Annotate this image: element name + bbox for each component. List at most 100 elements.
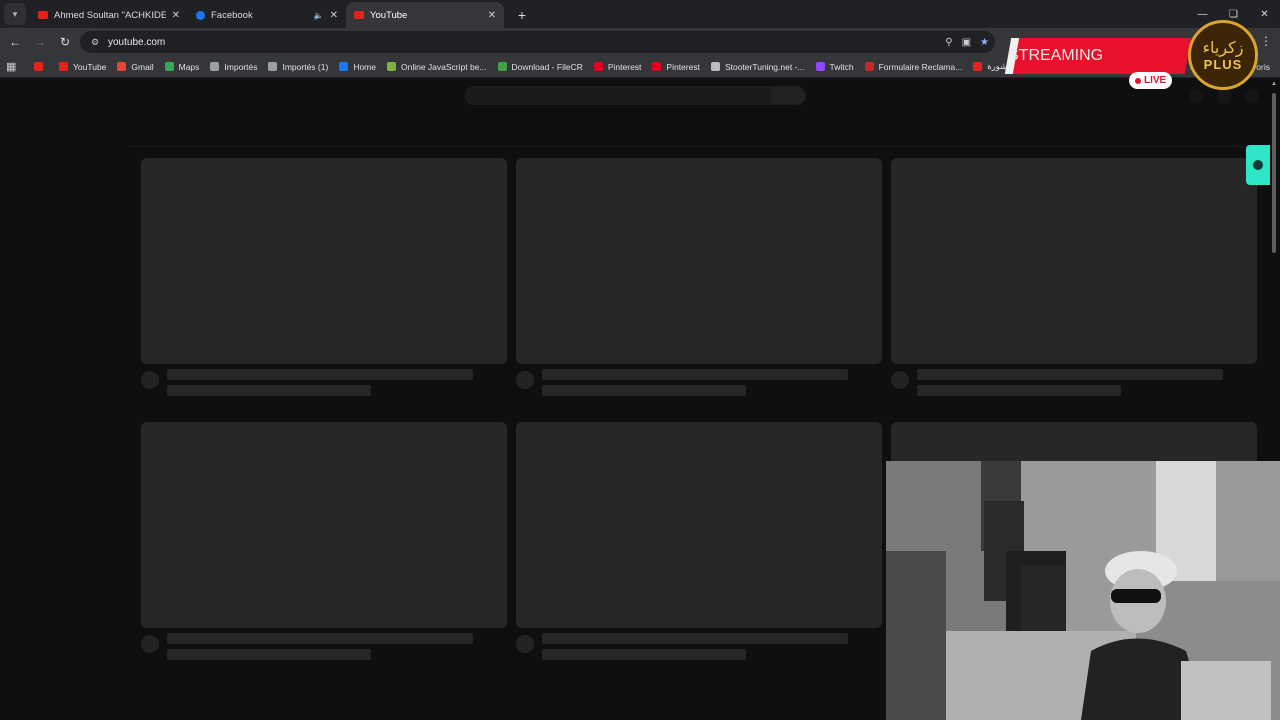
tab-title: YouTube (370, 9, 408, 21)
bookmark-item[interactable]: Importés (210, 62, 257, 72)
bookmark-label: Importés (1) (282, 61, 329, 72)
site-info-icon[interactable]: ⚙ (86, 37, 104, 48)
new-tab-button[interactable]: + (512, 5, 532, 25)
bookmark-label: YouTube (73, 61, 107, 72)
live-badge: LIVE (1129, 72, 1173, 89)
tab-title: Ahmed Soultan "ACHKIDE feat... (54, 9, 166, 21)
bookmark-list: YouTube Gmail Maps Importés Importés (1) Home… (34, 61, 1042, 72)
bookmark-label: Pinterest (666, 61, 700, 72)
video-thumbnail-placeholder[interactable] (891, 158, 1257, 364)
video-meta-placeholder (542, 385, 746, 396)
bookmark-label: Gmail (131, 61, 154, 72)
bookmark-star-icon[interactable]: ★ (980, 37, 989, 48)
bookmark-favicon-icon (210, 62, 220, 71)
youtube-favicon-icon (38, 11, 48, 19)
avatar-placeholder (1244, 89, 1258, 103)
bookmark-item[interactable]: Importés (1) (268, 62, 328, 72)
bookmark-item[interactable]: Gmail (117, 61, 154, 72)
bookmark-favicon-icon (268, 62, 278, 71)
bookmark-label: Maps (178, 61, 200, 72)
tab-title: Facebook (211, 9, 253, 21)
video-thumbnail-placeholder[interactable] (141, 158, 507, 364)
close-tab-icon[interactable]: ✕ (172, 10, 180, 21)
video-title-placeholder (167, 633, 473, 644)
logo-plus-text: PLUS (1203, 56, 1243, 72)
close-window-icon[interactable]: ✕ (1249, 0, 1280, 28)
bookmark-label: StooterTuning.net -... (724, 61, 805, 72)
apps-grid-icon[interactable]: ▦ (6, 60, 20, 73)
bookmark-item[interactable]: YouTube (59, 62, 106, 72)
close-tab-icon[interactable]: ✕ (488, 10, 496, 21)
tab-2[interactable]: YouTube ✕ (346, 2, 504, 28)
header-icons-skeleton (1190, 89, 1258, 103)
live-label: LIVE (1144, 75, 1167, 86)
video-thumbnail-placeholder[interactable] (516, 158, 882, 364)
bookmark-label: Twitch (829, 61, 854, 72)
channel-logo: زكرياء PLUS (1188, 20, 1258, 90)
channel-avatar-placeholder (516, 371, 534, 389)
webcam-overlay (886, 461, 1280, 720)
video-meta-placeholder (917, 385, 1121, 396)
bookmark-item[interactable]: Formulaire Reclama... (864, 62, 962, 72)
bookmark-item[interactable]: Pinterest (652, 62, 700, 72)
search-input-skeleton[interactable] (465, 86, 806, 105)
bookmark-item[interactable]: Online JavaScript be... (387, 62, 487, 72)
browser-menu-icon[interactable]: ⋮ (1260, 34, 1272, 48)
close-tab-icon[interactable]: ✕ (330, 10, 338, 21)
bookmark-label: Importés (224, 61, 258, 72)
webcam-image (886, 461, 1280, 720)
scrollbar-thumb[interactable] (1272, 93, 1276, 253)
arrow-right-icon: → (34, 35, 46, 49)
youtube-favicon-icon (354, 11, 364, 19)
bookmark-item[interactable]: Download - FileCR (497, 61, 583, 72)
reload-button[interactable]: ↻ (53, 30, 77, 54)
video-thumbnail-placeholder[interactable] (141, 422, 507, 628)
tab-strip: ▾ Ahmed Soultan "ACHKIDE feat... ✕ Faceb… (0, 0, 1280, 28)
bookmark-label: Download - FileCR (511, 61, 583, 72)
bookmark-favicon-icon (59, 62, 68, 71)
bookmark-label: Pinterest (607, 61, 642, 72)
extension-widget[interactable] (1246, 145, 1270, 185)
tab-0[interactable]: Ahmed Soultan "ACHKIDE feat... ✕ (30, 2, 188, 28)
header-icon-placeholder (1190, 89, 1204, 103)
install-app-icon[interactable]: ▣ (962, 37, 971, 48)
bookmark-item[interactable] (34, 62, 48, 71)
video-thumbnail-placeholder[interactable] (516, 422, 882, 628)
channel-avatar-placeholder (141, 635, 159, 653)
bookmark-item[interactable]: StooterTuning.net -... (710, 61, 805, 72)
channel-avatar-placeholder (516, 635, 534, 653)
bookmark-item[interactable]: Pinterest (593, 61, 642, 72)
video-title-placeholder (167, 369, 473, 380)
tab-1[interactable]: Facebook 🔈 ✕ (188, 2, 346, 28)
address-bar-actions: ⚲ ▣ ★ (945, 31, 989, 53)
live-dot-icon (1135, 77, 1141, 84)
bookmark-item[interactable]: Home (339, 62, 376, 72)
video-title-placeholder (542, 633, 848, 644)
bookmark-item[interactable]: Twitch (815, 61, 854, 72)
bookmark-favicon-icon (164, 62, 174, 71)
zoom-icon[interactable]: ⚲ (945, 37, 952, 48)
search-button-skeleton[interactable] (771, 87, 805, 104)
video-meta-placeholder (542, 649, 746, 660)
bookmark-label: Home (353, 61, 376, 72)
address-bar[interactable]: ⚙ youtube.com ⚲ ▣ ★ (80, 31, 995, 53)
back-button[interactable]: ← (3, 30, 27, 54)
bookmark-favicon-icon (117, 62, 127, 71)
bookmark-favicon-icon (387, 62, 396, 71)
scroll-up-icon[interactable]: ▲ (1270, 81, 1278, 87)
bookmark-favicon-icon (815, 62, 825, 71)
bookmark-favicon-icon (652, 62, 662, 71)
screen: ▾ Ahmed Soultan "ACHKIDE feat... ✕ Faceb… (0, 0, 1280, 720)
streaming-label: STREAMING (1008, 47, 1104, 64)
bookmark-item[interactable]: Maps (164, 61, 200, 72)
header-icon-placeholder (1217, 89, 1231, 103)
widget-icon (1253, 160, 1263, 170)
tab-search-button[interactable]: ▾ (4, 3, 26, 25)
forward-button[interactable]: → (28, 30, 52, 54)
facebook-favicon-icon (196, 10, 205, 20)
speaker-icon[interactable]: 🔈 (314, 11, 324, 20)
arrow-left-icon: ← (9, 35, 21, 49)
reload-icon: ↻ (59, 35, 71, 49)
plus-icon: + (517, 7, 527, 23)
chevron-down-icon: ▾ (12, 8, 18, 19)
